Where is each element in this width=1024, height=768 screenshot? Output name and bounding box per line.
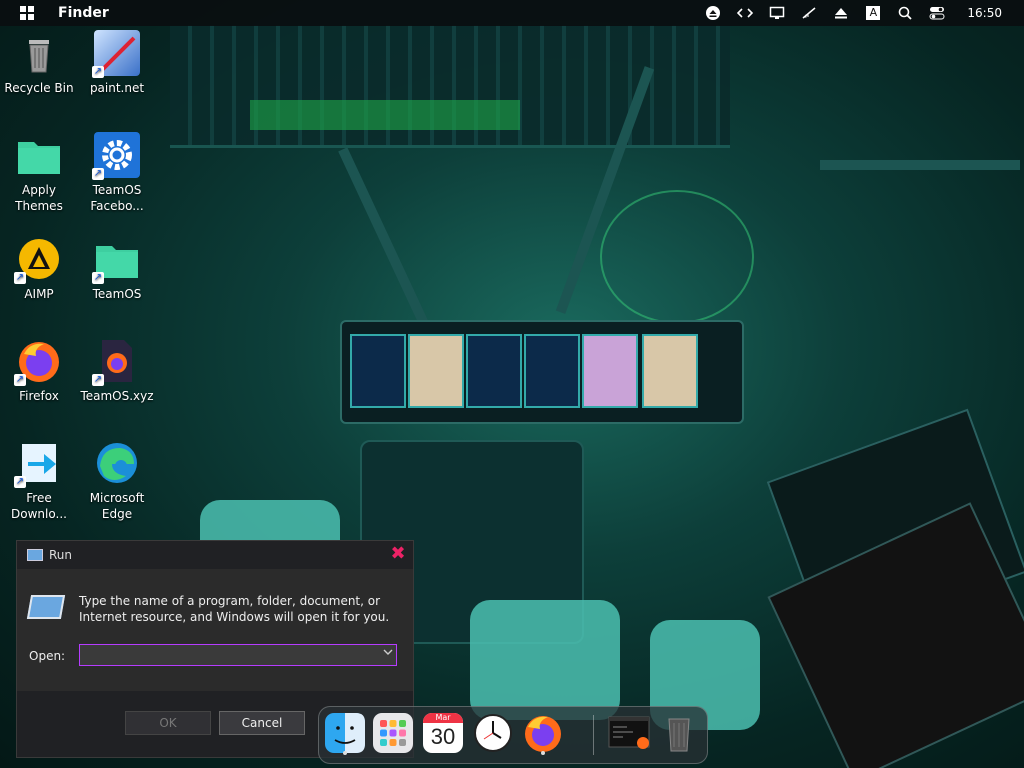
open-input[interactable] [79,644,397,666]
firefox-icon [525,716,561,752]
wallpaper-instrument-panel [340,320,744,424]
desktop-icon-label: Apply Themes [15,183,63,213]
run-dialog-description: Type the name of a program, folder, docu… [79,594,390,624]
shortcut-arrow-icon: ↗ [14,272,26,284]
system-tray: A 16:50 [697,0,1024,26]
desktop-icon-firefox[interactable]: ↗ Firefox [1,338,77,404]
folder-icon: ↗ [92,236,140,284]
run-dialog-body: Type the name of a program, folder, docu… [17,569,413,691]
desktop-icon-label: Microsoft Edge [89,491,145,521]
run-dialog-titlebar[interactable]: Run [17,541,413,569]
desktop-icon-label: Firefox [19,389,59,403]
dock-item-firefox[interactable] [523,713,563,755]
dock-item-clock[interactable] [473,713,513,753]
monitor-icon[interactable] [769,5,785,21]
launchpad-icon [373,713,413,753]
run-program-icon [26,595,66,619]
search-icon[interactable] [897,5,913,21]
desktop-icon-paintnet[interactable]: ↗ paint.net [79,30,155,96]
wallpaper-hud [600,190,754,324]
dock-item-terminal[interactable] [607,713,650,753]
desktop-icon-label: Free Downlo... [11,491,67,521]
close-icon[interactable]: ✖ [389,545,407,563]
calendar-day: 30 [430,724,456,749]
running-indicator [541,751,545,755]
run-window-icon [27,549,43,561]
paintnet-icon: ↗ [92,30,140,78]
dock: Mar 30 [318,706,708,764]
desktop-icon-teamos[interactable]: ↗ TeamOS [79,236,155,302]
keyboard-layout-icon[interactable]: A [865,5,881,21]
firefox-file-icon: ↗ [92,338,140,386]
desktop-icon-label: TeamOS [92,287,142,301]
desktop-icon-label: TeamOS.xyz [80,389,154,403]
clock[interactable]: 16:50 [967,6,1002,20]
desktop-icon-label: TeamOS Facebo... [90,183,144,213]
control-center-icon[interactable] [929,5,945,21]
code-icon[interactable] [737,5,754,21]
shortcut-arrow-icon: ↗ [92,66,104,78]
finder-icon [325,713,365,753]
wallpaper-frame [338,147,432,333]
open-field-label: Open: [29,649,66,663]
upload-icon[interactable] [833,5,849,21]
desktop-icon-teamos-xyz[interactable]: ↗ TeamOS.xyz [79,338,155,404]
desktop-icon-label: AIMP [24,287,54,301]
shortcut-arrow-icon: ↗ [14,374,26,386]
cancel-button[interactable]: Cancel [219,711,305,735]
wallpaper-screen [350,334,406,408]
wallpaper-screen [524,334,580,408]
aimp-icon: ↗ [14,236,62,284]
terminal-icon [608,716,650,749]
ok-button[interactable]: OK [125,711,211,735]
dock-separator [593,715,594,755]
dock-item-trash[interactable] [659,713,699,753]
calendar-month: Mar [423,713,463,723]
desktop-icon-aimp[interactable]: ↗ AIMP [1,236,77,302]
recycle-bin-icon [16,30,62,76]
run-dialog-title: Run [49,548,73,562]
gear-icon: ↗ [92,132,140,180]
free-download-manager-icon: ↗ [14,440,62,488]
running-indicator [343,751,347,755]
dock-item-calendar[interactable]: Mar 30 [423,713,463,753]
desktop-icon-recycle-bin[interactable]: Recycle Bin [1,30,77,96]
chevron-down-icon[interactable] [379,645,397,665]
keyboard-layout-label: A [866,6,881,20]
desktop-icon-microsoft-edge[interactable]: Microsoft Edge [79,440,155,522]
dock-item-launchpad[interactable] [373,713,413,753]
shortcut-arrow-icon: ↗ [92,374,104,386]
desktop-icon-label: Recycle Bin [4,81,74,95]
wallpaper-screen [408,334,464,408]
clock-icon [474,714,512,752]
wallpaper-frame [820,160,1020,170]
active-app-name[interactable]: Finder [58,5,109,21]
windows-start-icon[interactable] [20,6,34,20]
trash-icon [668,718,690,752]
shortcut-arrow-icon: ↗ [92,168,104,180]
desktop-icon-free-download-manager[interactable]: ↗ Free Downlo... [1,440,77,522]
wallpaper-screen [582,334,638,408]
desktop-icon-apply-themes[interactable]: Apply Themes [1,132,77,214]
top-menu-bar: Finder A 16:50 [0,0,1024,26]
folder-icon [16,132,62,178]
wallpaper-light-strip [250,100,520,130]
desktop-icon-label: paint.net [89,81,145,95]
dock-item-finder[interactable] [325,713,365,755]
edge-icon [94,440,140,486]
wallpaper-seat [470,600,620,720]
mute-icon[interactable] [801,5,817,21]
shortcut-arrow-icon: ↗ [14,476,26,488]
eject-icon[interactable] [705,5,721,21]
firefox-icon: ↗ [14,338,62,386]
wallpaper-screen [642,334,698,408]
shortcut-arrow-icon: ↗ [92,272,104,284]
wallpaper-screen [466,334,522,408]
desktop-icon-teamos-facebook[interactable]: ↗ TeamOS Facebo... [79,132,155,214]
